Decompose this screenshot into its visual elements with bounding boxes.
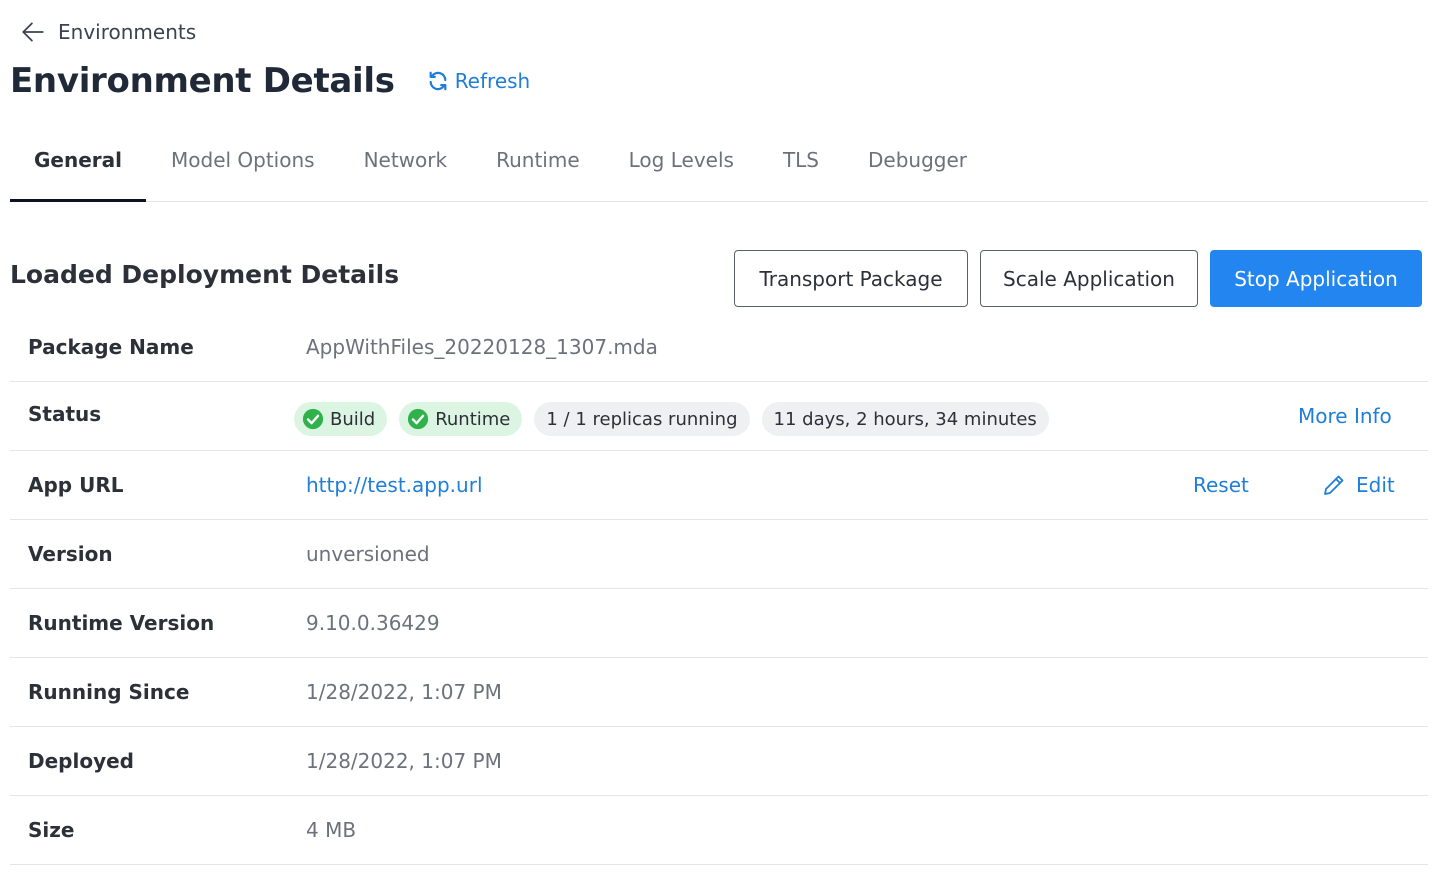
details-row-package-name: Package Name AppWithFiles_20220128_1307.… [10, 312, 1428, 382]
refresh-button[interactable]: Refresh [427, 69, 531, 93]
details-row-version: Version unversioned [10, 520, 1428, 589]
edit-url-button[interactable]: Edit [1322, 473, 1395, 497]
reset-url-button[interactable]: Reset [1193, 473, 1249, 497]
tab-general[interactable]: General [10, 118, 146, 202]
details-row-app-url: App URL http://test.app.url Reset Edit [10, 451, 1428, 520]
running-since-value: 1/28/2022, 1:07 PM [306, 680, 502, 704]
arrow-left-icon [22, 22, 44, 42]
tab-model-options[interactable]: Model Options [147, 118, 339, 201]
check-circle-icon [302, 408, 324, 430]
tab-log-levels[interactable]: Log Levels [605, 118, 758, 201]
transport-package-button[interactable]: Transport Package [734, 250, 968, 307]
tab-bar: General Model Options Network Runtime Lo… [10, 118, 1428, 202]
app-url-link[interactable]: http://test.app.url [306, 473, 483, 497]
replicas-badge: 1 / 1 replicas running [534, 402, 750, 436]
version-value: unversioned [306, 542, 430, 566]
package-name-value: AppWithFiles_20220128_1307.mda [306, 334, 658, 359]
refresh-label: Refresh [454, 69, 531, 93]
details-row-running-since: Running Since 1/28/2022, 1:07 PM [10, 658, 1428, 727]
tab-debugger[interactable]: Debugger [844, 118, 991, 201]
runtime-version-label: Runtime Version [28, 611, 215, 635]
scale-application-button[interactable]: Scale Application [980, 250, 1198, 307]
version-label: Version [28, 542, 113, 566]
details-row-status: Status Build Runtime 1 / 1 replicas runn… [10, 382, 1428, 451]
running-since-label: Running Since [28, 680, 190, 704]
refresh-icon [429, 71, 447, 91]
uptime-badge: 11 days, 2 hours, 34 minutes [761, 402, 1049, 436]
tab-tls[interactable]: TLS [759, 118, 843, 201]
runtime-badge-label: Runtime [435, 408, 511, 430]
deployed-value: 1/28/2022, 1:07 PM [306, 749, 502, 773]
details-row-runtime-version: Runtime Version 9.10.0.36429 [10, 589, 1428, 658]
section-title: Loaded Deployment Details [10, 259, 400, 289]
tab-network[interactable]: Network [340, 118, 472, 201]
edit-url-label: Edit [1356, 473, 1395, 497]
runtime-status-badge: Runtime [399, 402, 523, 436]
status-label: Status [28, 402, 102, 426]
page-title: Environment Details [10, 61, 395, 101]
title-row: Environment Details Refresh [10, 56, 530, 106]
more-info-link[interactable]: More Info [1298, 404, 1392, 428]
details-row-deployed: Deployed 1/28/2022, 1:07 PM [10, 727, 1428, 796]
runtime-version-value: 9.10.0.36429 [306, 611, 440, 635]
deployment-details-table: Package Name AppWithFiles_20220128_1307.… [10, 312, 1428, 865]
build-status-badge: Build [294, 402, 388, 436]
deployed-label: Deployed [28, 749, 134, 773]
size-value: 4 MB [306, 818, 357, 842]
pencil-icon [1324, 475, 1344, 495]
stop-application-button[interactable]: Stop Application [1210, 250, 1422, 307]
status-badges: Build Runtime 1 / 1 replicas running 11 … [294, 402, 1061, 436]
package-name-label: Package Name [28, 334, 194, 359]
back-to-environments-link[interactable]: Environments [20, 16, 196, 48]
build-badge-label: Build [330, 408, 376, 430]
back-link-label: Environments [58, 20, 197, 44]
check-circle-icon [408, 408, 429, 430]
size-label: Size [28, 818, 75, 842]
app-url-label: App URL [28, 473, 124, 497]
tab-runtime[interactable]: Runtime [472, 118, 604, 201]
details-row-size: Size 4 MB [10, 796, 1428, 865]
